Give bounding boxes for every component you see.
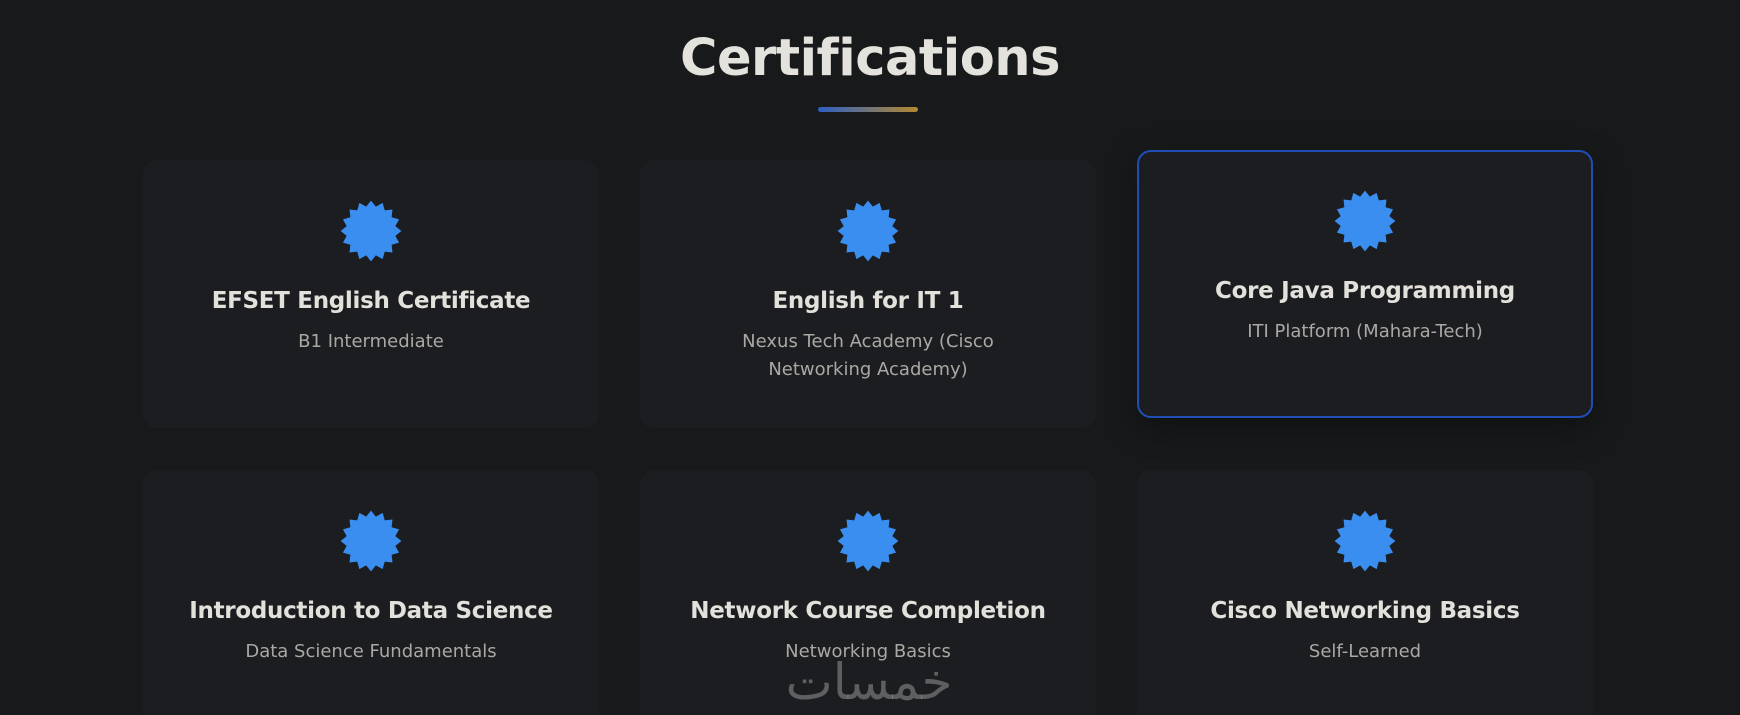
certification-title: Introduction to Data Science — [189, 598, 553, 624]
certification-issuer: Nexus Tech Academy (Cisco Networking Aca… — [742, 331, 994, 380]
certificate-badge-icon — [340, 200, 402, 262]
certificate-badge-icon — [1334, 510, 1396, 572]
certification-card[interactable]: English for IT 1 Nexus Tech Academy (Cis… — [640, 160, 1096, 428]
certification-title: Core Java Programming — [1215, 278, 1515, 304]
certificate-badge-icon — [837, 510, 899, 572]
certification-title: EFSET English Certificate — [211, 288, 531, 314]
section-title: Certifications — [680, 29, 1060, 88]
certification-issuer: B1 Intermediate — [298, 331, 444, 352]
certification-card[interactable]: Cisco Networking Basics Self-Learned — [1137, 470, 1593, 715]
certification-issuer: ITI Platform (Mahara-Tech) — [1247, 321, 1483, 342]
title-underline — [818, 107, 918, 112]
certification-title: English for IT 1 — [772, 288, 964, 314]
certification-title: Network Course Completion — [690, 598, 1046, 624]
certification-card[interactable]: Introduction to Data Science Data Scienc… — [143, 470, 599, 715]
watermark-logo: خمسات — [785, 653, 953, 711]
certificate-badge-icon — [1334, 190, 1396, 252]
certificate-badge-icon — [837, 200, 899, 262]
certification-card-hovered[interactable]: Core Java Programming ITI Platform (Maha… — [1137, 150, 1593, 418]
certification-issuer: Self-Learned — [1308, 641, 1422, 662]
certificate-badge-icon — [340, 510, 402, 572]
certification-title: Cisco Networking Basics — [1210, 598, 1520, 624]
certification-issuer: Data Science Fundamentals — [245, 641, 497, 662]
certification-card[interactable]: EFSET English Certificate B1 Intermediat… — [143, 160, 599, 428]
